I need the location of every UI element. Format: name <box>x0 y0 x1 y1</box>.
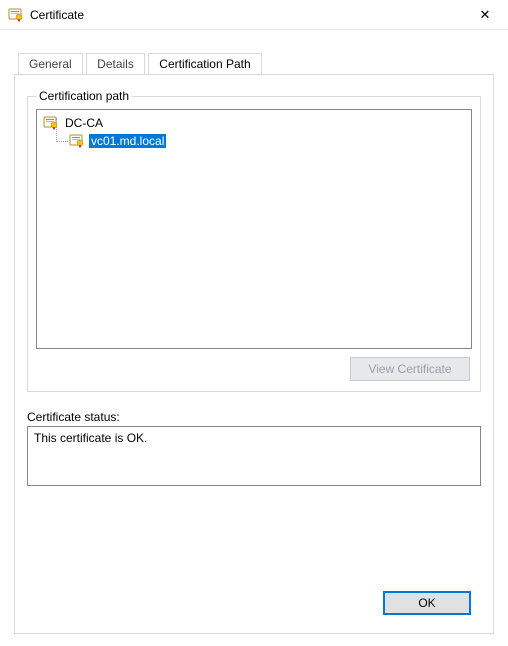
ok-button[interactable]: OK <box>383 591 471 615</box>
tree-child-row[interactable]: vc01.md.local <box>53 132 465 150</box>
tab-panel: Certification path DC-CA <box>14 74 494 634</box>
certificate-icon <box>8 7 24 23</box>
dialog-footer: OK <box>383 591 471 615</box>
certificate-status-box: This certificate is OK. <box>27 426 481 486</box>
tab-strip: General Details Certification Path <box>18 52 494 74</box>
cert-path-tree[interactable]: DC-CA vc01.md.lo <box>36 109 472 349</box>
close-icon: ✕ <box>480 8 491 21</box>
tree-line-horizontal <box>56 141 68 142</box>
titlebar: Certificate ✕ <box>0 0 508 30</box>
view-certificate-button: View Certificate <box>350 357 470 381</box>
tree-root-label: DC-CA <box>63 116 105 130</box>
client-area: General Details Certification Path Certi… <box>0 30 508 646</box>
certification-path-group: Certification path DC-CA <box>27 96 481 392</box>
tree-line-vertical <box>56 118 57 142</box>
view-cert-row: View Certificate <box>36 349 472 383</box>
certificate-icon <box>69 133 85 149</box>
certificate-status-text: This certificate is OK. <box>34 431 147 445</box>
tree-root-row[interactable]: DC-CA <box>43 114 465 132</box>
tree-child-label: vc01.md.local <box>89 134 166 148</box>
window-title: Certificate <box>30 8 462 22</box>
tab-certification-path[interactable]: Certification Path <box>148 53 261 74</box>
group-label: Certification path <box>36 89 132 103</box>
certificate-status-label: Certificate status: <box>27 410 481 424</box>
tab-general[interactable]: General <box>18 53 83 74</box>
close-button[interactable]: ✕ <box>462 0 508 30</box>
tab-details[interactable]: Details <box>86 53 145 74</box>
